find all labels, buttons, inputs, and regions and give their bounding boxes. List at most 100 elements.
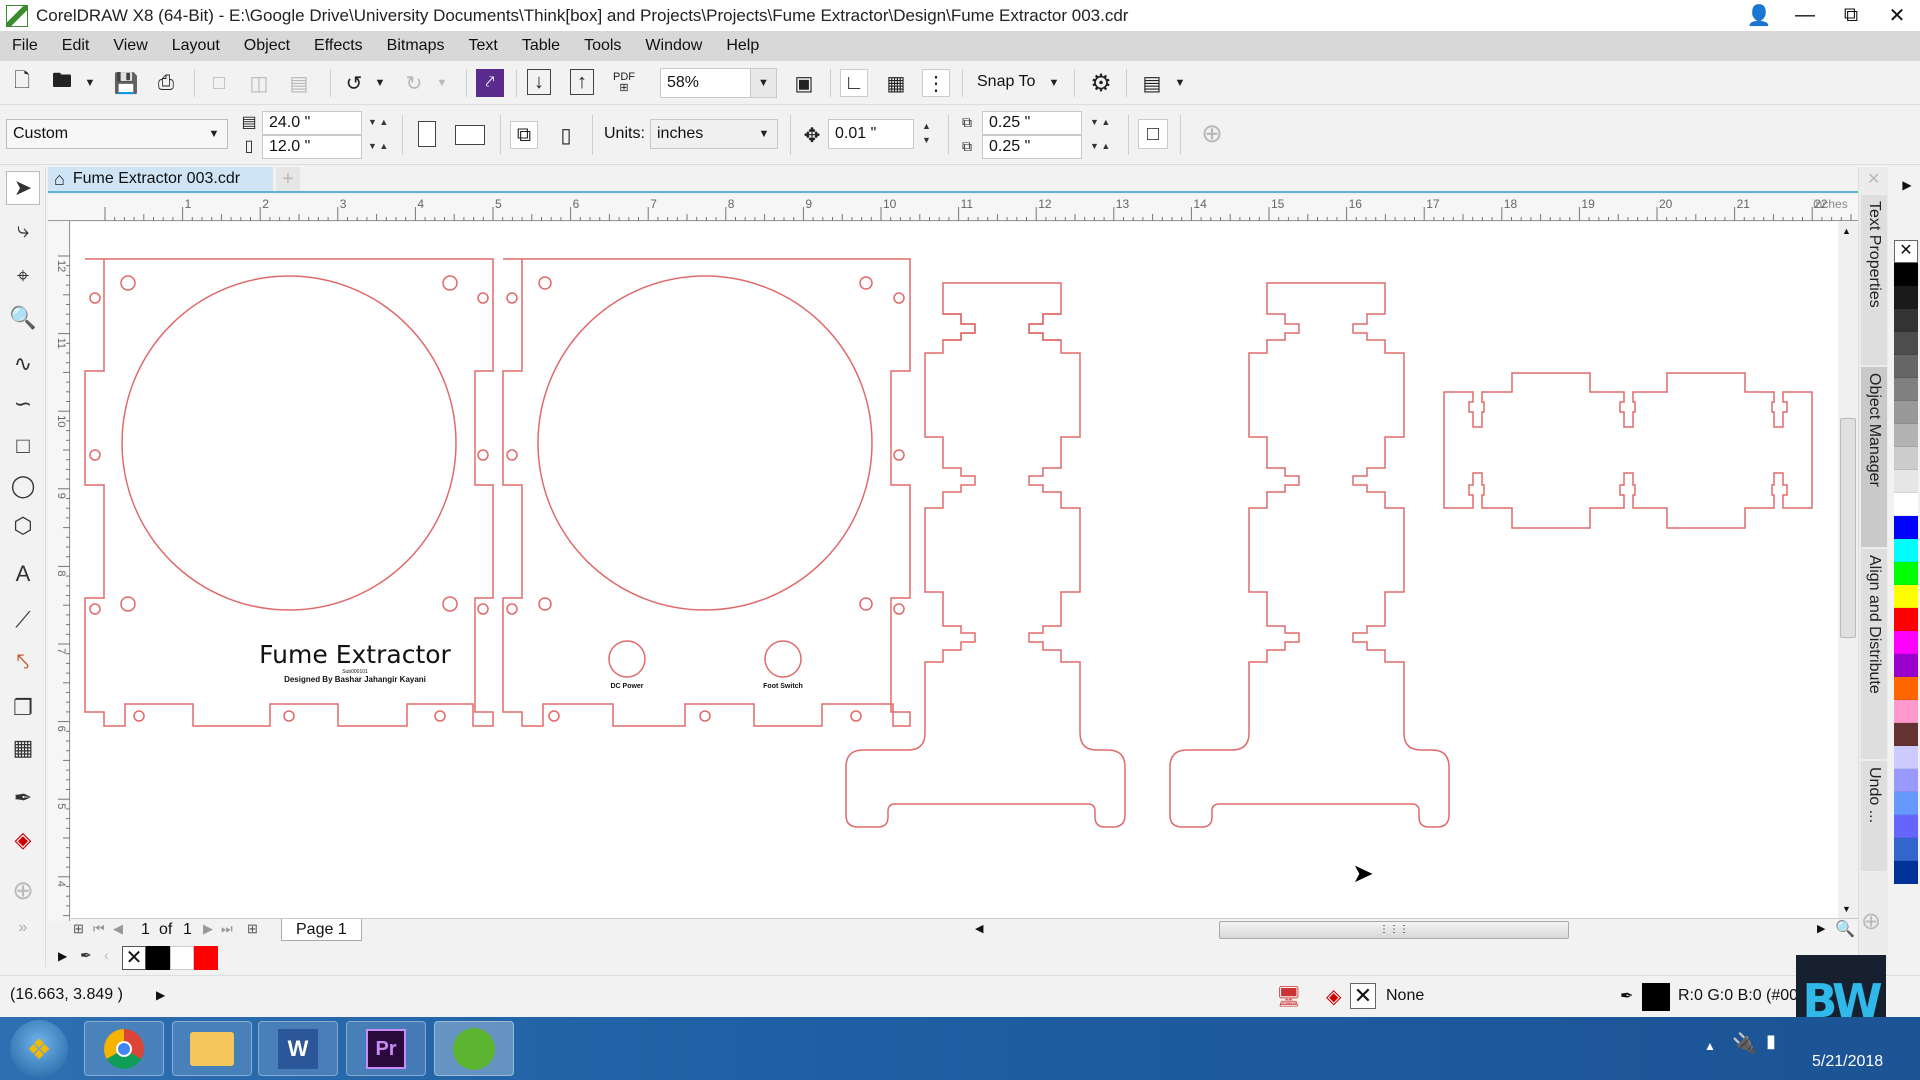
docker-tab-undo[interactable]: Undo ... [1861,761,1887,871]
redo-dropdown-icon[interactable]: ▼ [428,69,456,97]
connector-tool-icon[interactable]: ⤣ [6,645,40,679]
vertical-scroll-thumb[interactable] [1840,418,1856,638]
page-width-spinner[interactable]: ▼ ▲ [368,117,388,127]
swatch-none[interactable]: ✕ [122,946,146,970]
page-size-dropdown[interactable]: Custom ▼ [6,119,228,149]
horizontal-ruler[interactable]: 1 2 3 4 5 6 7 8 9 10 11 12 13 14 15 16 17 18 19 20 21 22 inche… [48,195,1891,221]
import-icon[interactable]: ↓ [527,69,551,95]
menu-view[interactable]: View [101,37,159,55]
side-stand-left[interactable] [845,282,1126,828]
side-stand-right[interactable] [1169,282,1450,828]
minimize-button[interactable]: — [1782,4,1828,27]
add-tool-icon[interactable]: ⊕ [6,873,40,907]
gear-icon[interactable]: ⚙ [1087,69,1115,97]
add-page-after-icon[interactable]: ⊞ [247,921,258,937]
duplicate-y-input[interactable]: 0.25 " [982,135,1082,159]
menu-bitmaps[interactable]: Bitmaps [375,37,457,55]
first-page-icon[interactable]: ⏮ [93,921,105,937]
vertical-scrollbar[interactable]: ▲ ▼ [1838,222,1858,918]
snap-to-label[interactable]: Snap To [977,73,1035,91]
status-expand-icon[interactable]: ▶ [156,988,165,1002]
menu-edit[interactable]: Edit [50,37,102,55]
palette-swatch[interactable] [1894,286,1918,309]
user-account-icon[interactable]: 👤 [1736,3,1782,28]
redo-icon[interactable]: ↻ [400,69,428,97]
artistic-media-tool-icon[interactable]: ∽ [6,387,40,421]
swatch-red[interactable] [194,946,218,970]
close-docker-icon[interactable]: ✕ [1867,169,1880,189]
start-button[interactable]: ❖ [10,1020,68,1078]
new-tab-button[interactable]: + [276,167,300,191]
palette-menu-icon[interactable]: ▶ [58,949,67,963]
taskbar-word[interactable]: W [258,1021,338,1076]
palette-swatch[interactable] [1894,562,1918,585]
scroll-right-icon[interactable]: ▶ [1817,922,1825,935]
undo-icon[interactable]: ↺ [340,69,368,97]
vertical-ruler[interactable]: 12 11 10 9 8 7 6 5 4 [48,221,70,946]
palette-swatch[interactable] [1894,746,1918,769]
parallel-dimension-tool-icon[interactable]: ⟋ [6,603,40,637]
color-proofing-icon[interactable]: 🖥 [1276,984,1301,1009]
scroll-left-icon[interactable]: ◀ [975,922,983,935]
page-tab[interactable]: Page 1 [281,919,362,941]
transparency-tool-icon[interactable]: ▦ [6,731,40,765]
chevron-down-icon[interactable]: ▼ [750,69,776,97]
copy-icon[interactable]: ◫ [245,69,273,97]
palette-swatch[interactable] [1894,815,1918,838]
horizontal-scroll-thumb[interactable]: ⋮⋮⋮ [1219,921,1569,939]
menu-table[interactable]: Table [510,37,572,55]
palette-swatch[interactable] [1894,861,1918,884]
units-dropdown[interactable]: inches ▼ [650,119,778,149]
document-tab[interactable]: ⌂ Fume Extractor 003.cdr [48,167,273,191]
ellipse-tool-icon[interactable]: ◯ [6,469,40,503]
duplicate-x-input[interactable]: 0.25 " [982,111,1082,135]
add-docker-icon[interactable]: ⊕ [1861,907,1881,936]
undo-dropdown-icon[interactable]: ▼ [366,69,394,97]
eyedropper-icon[interactable]: ✒ [80,947,92,964]
nudge-distance-input[interactable]: 0.01 " [828,119,914,149]
swatch-black[interactable] [146,946,170,970]
menu-file[interactable]: File [0,37,50,55]
previous-page-icon[interactable]: ◀ [113,921,123,937]
text-tool-icon[interactable]: A [6,557,40,591]
rectangle-tool-icon[interactable]: □ [6,429,40,463]
home-icon[interactable]: ⌂ [54,169,65,190]
palette-scroll-left-icon[interactable]: ‹ [104,947,109,963]
palette-swatch[interactable] [1894,516,1918,539]
chevron-down-icon[interactable]: ▼ [201,120,227,148]
page-height-spinner[interactable]: ▼ ▲ [368,141,388,151]
add-page-before-icon[interactable]: ⊞ [73,921,84,937]
palette-swatch[interactable] [1894,608,1918,631]
palette-swatch[interactable] [1894,332,1918,355]
zoom-tool-icon[interactable]: 🔍 [6,301,40,335]
outline-color-swatch[interactable] [1642,983,1670,1011]
docker-tab-align-and-distribute[interactable]: Align and Distribute [1861,549,1887,759]
paste-icon[interactable]: ▤ [285,69,313,97]
swatch-none[interactable]: ✕ [1894,240,1918,263]
top-plate[interactable] [1443,372,1813,529]
shape-tool-icon[interactable]: ⤷ [6,213,40,247]
design-subtitle-text[interactable]: Designed By Bashar Jahangir Kayani [205,675,505,684]
palette-swatch[interactable] [1894,539,1918,562]
menu-help[interactable]: Help [714,37,771,55]
show-hidden-icons[interactable]: ▲ [1704,1039,1716,1053]
open-dropdown-icon[interactable]: ▼ [76,69,104,97]
drawing-canvas[interactable]: Fume Extractor Sub000101 Designed By Bas… [71,222,1843,918]
duplicate-y-spinner[interactable]: ▼ ▲ [1090,141,1110,151]
current-page-icon[interactable]: ▯ [552,121,580,149]
taskbar-chrome[interactable] [84,1021,164,1076]
page-height-input[interactable]: 12.0 " [262,135,362,159]
palette-swatch[interactable] [1894,493,1918,516]
swatch-white[interactable] [170,946,194,970]
new-document-icon[interactable]: 🗋 [8,69,36,97]
treat-as-filled-icon[interactable]: □ [1138,119,1168,149]
cut-icon[interactable]: □ [205,69,233,97]
palette-swatch[interactable] [1894,631,1918,654]
show-guidelines-icon[interactable]: ⋮ [922,69,950,97]
foot-switch-label[interactable]: Foot Switch [743,683,823,690]
palette-flyout-icon[interactable]: ▶ [1894,178,1920,192]
polygon-tool-icon[interactable]: ⬡ [6,509,40,543]
palette-swatch[interactable] [1894,792,1918,815]
expand-toolbox-icon[interactable]: » [6,911,40,945]
power-icon[interactable]: 🔌 [1732,1031,1757,1056]
